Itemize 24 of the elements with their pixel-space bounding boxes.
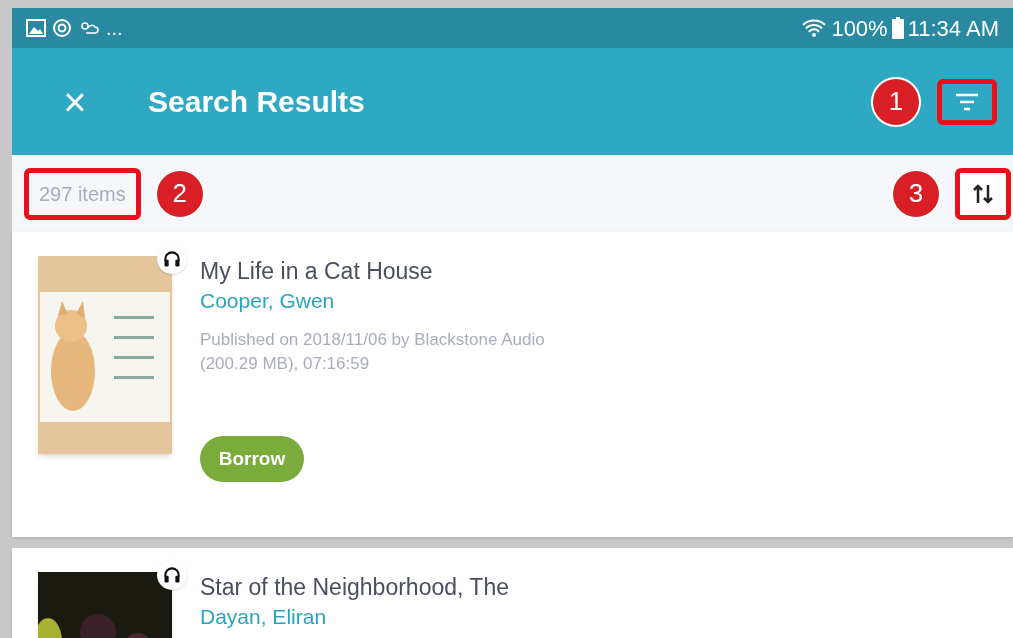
- filter-button[interactable]: [937, 78, 997, 125]
- battery-percent: 100%: [831, 14, 888, 43]
- sort-icon: [972, 182, 994, 205]
- wifi-icon: [801, 18, 828, 38]
- clock-time: 11:34 AM: [907, 14, 999, 43]
- sort-button[interactable]: [955, 167, 1011, 220]
- book-title[interactable]: Star of the Neighborhood, The: [200, 572, 509, 602]
- screen-title: Search Results: [148, 84, 366, 120]
- headphones-icon: [157, 560, 187, 590]
- image-icon: [26, 19, 46, 37]
- book-title[interactable]: My Life in a Cat House: [200, 256, 545, 286]
- battery-icon: [891, 17, 904, 39]
- item-count: 297 items: [24, 167, 141, 220]
- book-card[interactable]: My Life in a Cat House Cooper, Gwen Published on 2018/11/06 by Blackstone Audio (200.29 MB), 07:16:59 Borrow: [12, 232, 1013, 537]
- book-details: Published on 2018/11/06 by Blackstone Audio: [200, 329, 545, 351]
- callout-number: 2: [154, 168, 205, 219]
- headphones-icon: [157, 244, 187, 274]
- callout-number: 1: [871, 76, 921, 127]
- target-icon: [52, 18, 72, 38]
- book-details: (200.29 MB), 07:16:59: [200, 353, 371, 375]
- book-card[interactable]: Star of the Neighborhood, The Dayan, Eliran: [12, 548, 1013, 638]
- more-notifications: ...: [106, 16, 123, 41]
- filter-icon: [954, 91, 980, 112]
- callout-number: 3: [891, 168, 941, 219]
